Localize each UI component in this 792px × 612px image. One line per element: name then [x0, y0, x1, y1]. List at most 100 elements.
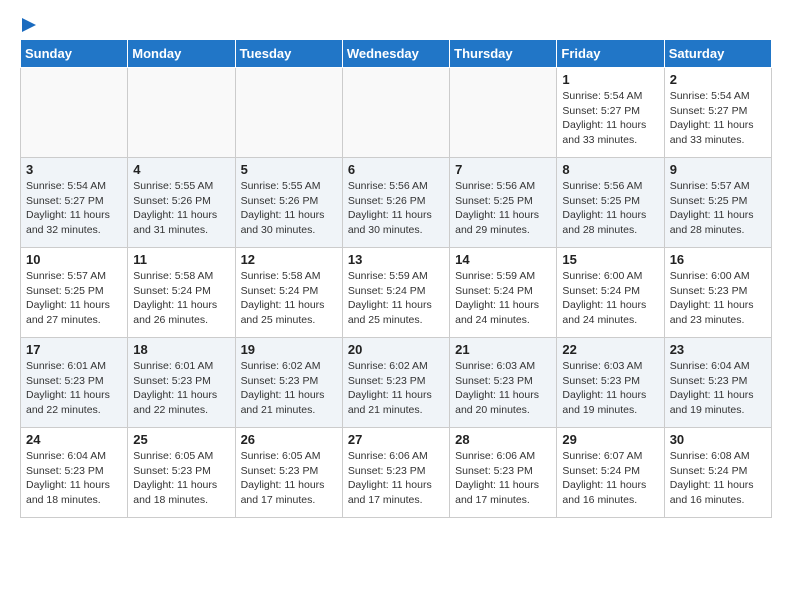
day-info: Sunrise: 5:55 AM Sunset: 5:26 PM Dayligh…: [133, 179, 229, 238]
day-number: 6: [348, 162, 444, 177]
calendar-cell: 27 Sunrise: 6:06 AM Sunset: 5:23 PM Dayli…: [342, 428, 449, 518]
day-number: 5: [241, 162, 337, 177]
calendar-cell: [128, 68, 235, 158]
calendar-cell: 20 Sunrise: 6:02 AM Sunset: 5:23 PM Dayli…: [342, 338, 449, 428]
day-info: Sunrise: 6:06 AM Sunset: 5:23 PM Dayligh…: [455, 449, 551, 508]
calendar-cell: 29Sunrise: 6:07 AM Sunset: 5:24 PM Dayli…: [557, 428, 664, 518]
calendar-cell: 11 Sunrise: 5:58 AM Sunset: 5:24 PM Dayli…: [128, 248, 235, 338]
day-number: 1: [562, 72, 658, 87]
calendar-cell: 2 Sunrise: 5:54 AM Sunset: 5:27 PM Daylig…: [664, 68, 771, 158]
day-number: 17: [26, 342, 122, 357]
day-number: 22: [562, 342, 658, 357]
logo-blue-flag: [20, 16, 38, 39]
calendar-cell: 19 Sunrise: 6:02 AM Sunset: 5:23 PM Dayli…: [235, 338, 342, 428]
calendar-cell: 30Sunrise: 6:08 AM Sunset: 5:24 PM Dayli…: [664, 428, 771, 518]
day-info: Sunrise: 5:56 AM Sunset: 5:25 PM Dayligh…: [562, 179, 658, 238]
calendar-cell: 16 Sunrise: 6:00 AM Sunset: 5:23 PM Dayli…: [664, 248, 771, 338]
calendar-cell: 15 Sunrise: 6:00 AM Sunset: 5:24 PM Dayli…: [557, 248, 664, 338]
calendar-cell: 18Sunrise: 6:01 AM Sunset: 5:23 PM Dayli…: [128, 338, 235, 428]
calendar-page: SundayMondayTuesdayWednesdayThursdayFrid…: [0, 0, 792, 534]
day-info: Sunrise: 5:57 AM Sunset: 5:25 PM Dayligh…: [26, 269, 122, 328]
day-info: Sunrise: 5:59 AM Sunset: 5:24 PM Dayligh…: [348, 269, 444, 328]
day-info: Sunrise: 5:56 AM Sunset: 5:25 PM Dayligh…: [455, 179, 551, 238]
day-info: Sunrise: 5:58 AM Sunset: 5:24 PM Dayligh…: [241, 269, 337, 328]
calendar-cell: 28 Sunrise: 6:06 AM Sunset: 5:23 PM Dayli…: [450, 428, 557, 518]
calendar-cell: 22 Sunrise: 6:03 AM Sunset: 5:23 PM Dayli…: [557, 338, 664, 428]
day-info: Sunrise: 6:04 AM Sunset: 5:23 PM Dayligh…: [26, 449, 122, 508]
day-number: 16: [670, 252, 766, 267]
weekday-header-wednesday: Wednesday: [342, 40, 449, 68]
day-number: 23: [670, 342, 766, 357]
calendar-week-row: 17 Sunrise: 6:01 AM Sunset: 5:23 PM Dayli…: [21, 338, 772, 428]
day-info: Sunrise: 5:59 AM Sunset: 5:24 PM Dayligh…: [455, 269, 551, 328]
calendar-cell: 6 Sunrise: 5:56 AM Sunset: 5:26 PM Daylig…: [342, 158, 449, 248]
day-info: Sunrise: 6:05 AM Sunset: 5:23 PM Dayligh…: [133, 449, 229, 508]
day-info: Sunrise: 6:01 AM Sunset: 5:23 PM Dayligh…: [133, 359, 229, 418]
calendar-table: SundayMondayTuesdayWednesdayThursdayFrid…: [20, 39, 772, 518]
day-number: 27: [348, 432, 444, 447]
day-number: 9: [670, 162, 766, 177]
day-info: Sunrise: 5:54 AM Sunset: 5:27 PM Dayligh…: [26, 179, 122, 238]
day-number: 10: [26, 252, 122, 267]
day-number: 3: [26, 162, 122, 177]
day-info: Sunrise: 5:54 AM Sunset: 5:27 PM Dayligh…: [670, 89, 766, 148]
calendar-cell: 4 Sunrise: 5:55 AM Sunset: 5:26 PM Daylig…: [128, 158, 235, 248]
day-info: Sunrise: 5:56 AM Sunset: 5:26 PM Dayligh…: [348, 179, 444, 238]
calendar-week-row: 24 Sunrise: 6:04 AM Sunset: 5:23 PM Dayli…: [21, 428, 772, 518]
day-info: Sunrise: 6:03 AM Sunset: 5:23 PM Dayligh…: [455, 359, 551, 418]
calendar-cell: [450, 68, 557, 158]
weekday-header-saturday: Saturday: [664, 40, 771, 68]
day-number: 14: [455, 252, 551, 267]
calendar-week-row: 1 Sunrise: 5:54 AM Sunset: 5:27 PM Daylig…: [21, 68, 772, 158]
day-number: 11: [133, 252, 229, 267]
day-number: 24: [26, 432, 122, 447]
logo: [20, 16, 38, 39]
day-info: Sunrise: 6:00 AM Sunset: 5:24 PM Dayligh…: [562, 269, 658, 328]
day-info: Sunrise: 6:02 AM Sunset: 5:23 PM Dayligh…: [241, 359, 337, 418]
day-info: Sunrise: 6:03 AM Sunset: 5:23 PM Dayligh…: [562, 359, 658, 418]
calendar-cell: 26Sunrise: 6:05 AM Sunset: 5:23 PM Dayli…: [235, 428, 342, 518]
calendar-cell: 14 Sunrise: 5:59 AM Sunset: 5:24 PM Dayli…: [450, 248, 557, 338]
weekday-header-thursday: Thursday: [450, 40, 557, 68]
weekday-header-sunday: Sunday: [21, 40, 128, 68]
weekday-header-row: SundayMondayTuesdayWednesdayThursdayFrid…: [21, 40, 772, 68]
calendar-cell: 7Sunrise: 5:56 AM Sunset: 5:25 PM Daylig…: [450, 158, 557, 248]
calendar-week-row: 10 Sunrise: 5:57 AM Sunset: 5:25 PM Dayli…: [21, 248, 772, 338]
day-number: 20: [348, 342, 444, 357]
day-info: Sunrise: 6:05 AM Sunset: 5:23 PM Dayligh…: [241, 449, 337, 508]
calendar-cell: [342, 68, 449, 158]
day-info: Sunrise: 5:54 AM Sunset: 5:27 PM Dayligh…: [562, 89, 658, 148]
calendar-cell: 5 Sunrise: 5:55 AM Sunset: 5:26 PM Daylig…: [235, 158, 342, 248]
weekday-header-tuesday: Tuesday: [235, 40, 342, 68]
logo-area: [20, 16, 38, 33]
calendar-cell: 10 Sunrise: 5:57 AM Sunset: 5:25 PM Dayli…: [21, 248, 128, 338]
day-info: Sunrise: 6:04 AM Sunset: 5:23 PM Dayligh…: [670, 359, 766, 418]
day-number: 19: [241, 342, 337, 357]
calendar-cell: 9Sunrise: 5:57 AM Sunset: 5:25 PM Daylig…: [664, 158, 771, 248]
calendar-cell: [235, 68, 342, 158]
day-info: Sunrise: 6:06 AM Sunset: 5:23 PM Dayligh…: [348, 449, 444, 508]
day-number: 2: [670, 72, 766, 87]
weekday-header-friday: Friday: [557, 40, 664, 68]
day-number: 21: [455, 342, 551, 357]
header: [20, 16, 772, 33]
calendar-cell: 1 Sunrise: 5:54 AM Sunset: 5:27 PM Daylig…: [557, 68, 664, 158]
day-number: 4: [133, 162, 229, 177]
day-number: 13: [348, 252, 444, 267]
calendar-cell: 13 Sunrise: 5:59 AM Sunset: 5:24 PM Dayli…: [342, 248, 449, 338]
day-info: Sunrise: 6:01 AM Sunset: 5:23 PM Dayligh…: [26, 359, 122, 418]
day-info: Sunrise: 6:02 AM Sunset: 5:23 PM Dayligh…: [348, 359, 444, 418]
calendar-cell: 24 Sunrise: 6:04 AM Sunset: 5:23 PM Dayli…: [21, 428, 128, 518]
calendar-cell: 17 Sunrise: 6:01 AM Sunset: 5:23 PM Dayli…: [21, 338, 128, 428]
day-number: 25: [133, 432, 229, 447]
day-number: 15: [562, 252, 658, 267]
day-info: Sunrise: 5:55 AM Sunset: 5:26 PM Dayligh…: [241, 179, 337, 238]
day-number: 29: [562, 432, 658, 447]
day-info: Sunrise: 5:58 AM Sunset: 5:24 PM Dayligh…: [133, 269, 229, 328]
day-number: 12: [241, 252, 337, 267]
day-number: 28: [455, 432, 551, 447]
calendar-cell: 23 Sunrise: 6:04 AM Sunset: 5:23 PM Dayli…: [664, 338, 771, 428]
calendar-week-row: 3 Sunrise: 5:54 AM Sunset: 5:27 PM Daylig…: [21, 158, 772, 248]
calendar-cell: 12 Sunrise: 5:58 AM Sunset: 5:24 PM Dayli…: [235, 248, 342, 338]
day-info: Sunrise: 6:00 AM Sunset: 5:23 PM Dayligh…: [670, 269, 766, 328]
